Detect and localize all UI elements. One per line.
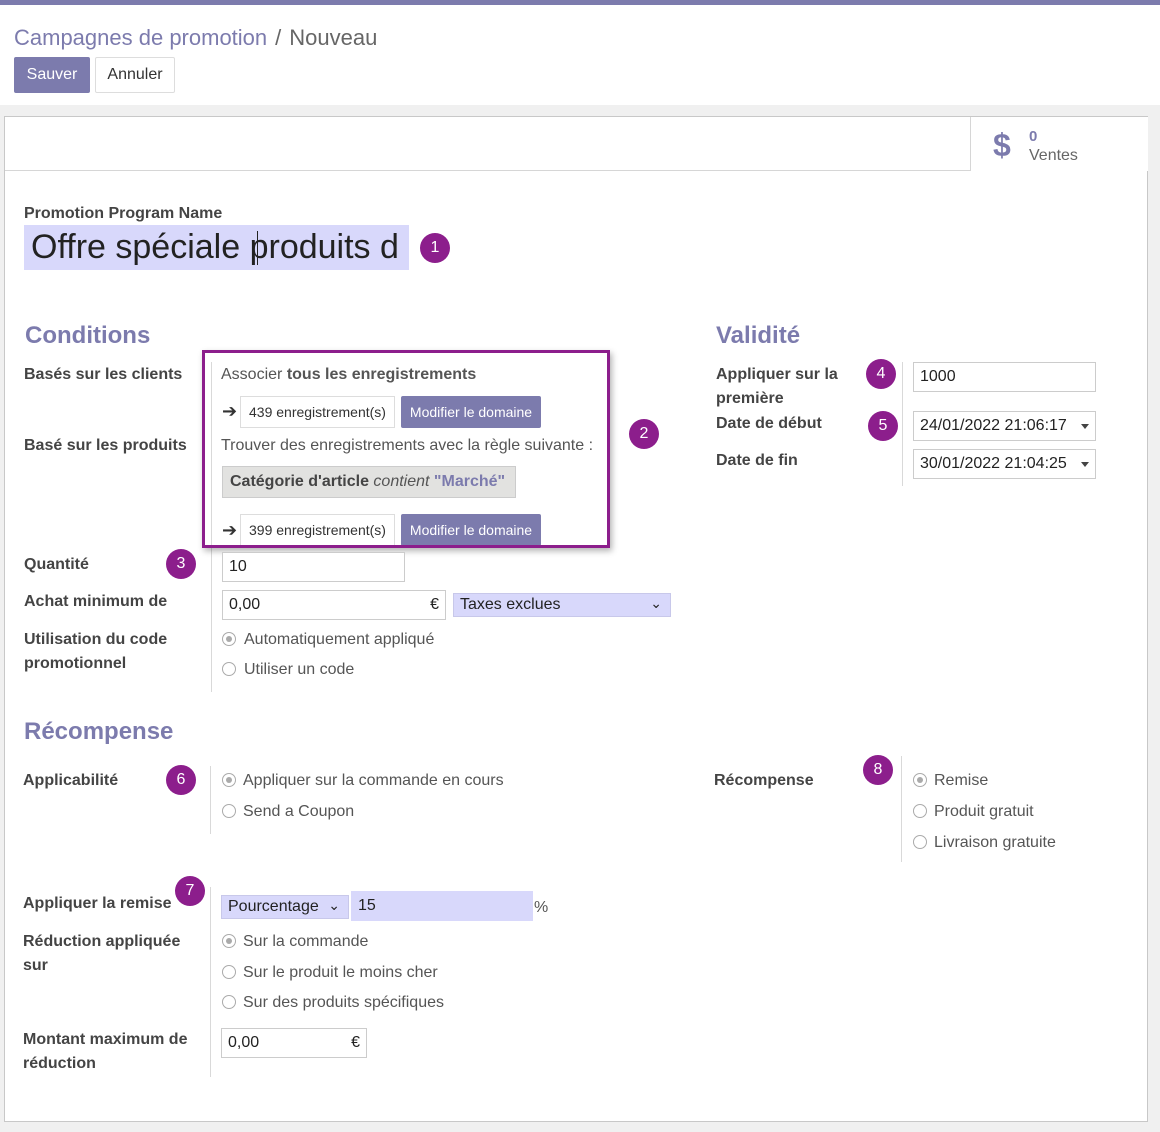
discount-type-value: Pourcentage [228,898,319,915]
breadcrumb-current: Nouveau [289,25,378,50]
button-box: $ 0 Ventes [5,117,1148,171]
save-button[interactable]: Sauver [14,57,90,93]
reward-discount-label: Remise [934,772,989,789]
conditions-title: Conditions [25,322,151,349]
tax-select-value: Taxes exclues [460,596,561,613]
validity-divider [902,362,903,486]
applicability-divider [210,766,211,834]
max-amount-input[interactable]: 0,00 € [221,1028,367,1058]
reward-type-label: Récompense [714,772,814,789]
sales-label: Ventes [1029,147,1078,164]
caret-down-icon [1081,424,1089,429]
applicability-label: Applicabilité [23,772,119,789]
applied-on-order-label: Sur la commande [243,933,369,950]
applied-on-cheapest-label: Sur le produit le moins cher [243,964,438,981]
apply-current-order-radio[interactable] [222,773,236,787]
validity-title: Validité [716,322,801,349]
callout-badge-4: 4 [866,359,896,389]
end-date-value: 30/01/2022 21:04:25 [920,455,1067,472]
code-use-label: Utiliser un code [244,661,355,678]
apply-current-order-label: Appliquer sur la commande en cours [243,772,504,789]
breadcrumb-parent-link[interactable]: Campagnes de promotion [14,25,267,50]
discard-button[interactable]: Annuler [95,57,175,93]
reward-title: Récompense [24,718,174,745]
customers-label: Basés sur les clients [24,366,183,383]
chevron-down-icon: ⌄ [650,595,662,611]
code-auto-radio[interactable] [222,632,236,646]
callout-badge-7: 7 [175,876,205,906]
callout-badge-2: 2 [629,419,659,449]
applied-on-specific-radio[interactable] [222,995,236,1009]
dollar-icon: $ [993,127,1011,163]
start-date-value: 24/01/2022 21:06:17 [920,417,1067,434]
breadcrumb: Campagnes de promotion / Nouveau [14,25,377,51]
apply-first-input[interactable]: 1000 [913,362,1096,392]
promo-code-label-line2: promotionnel [24,655,127,672]
reward-discount-radio[interactable] [913,773,927,787]
reward-free-product-label: Produit gratuit [934,803,1034,820]
sales-stat-button[interactable]: $ 0 Ventes [970,117,1148,171]
quantity-input[interactable]: 10 [222,552,405,582]
applied-on-label-line2: sur [23,957,48,974]
max-amount-value: 0,00 [228,1034,260,1051]
tax-select[interactable]: Taxes exclues ⌄ [453,593,671,617]
applied-on-label: Réduction appliquée sur [23,930,180,978]
apply-discount-label: Appliquer la remise [23,895,172,912]
start-date-label: Date de début [716,415,822,432]
highlight-box [202,350,610,548]
text-cursor [257,231,258,265]
caret-down-icon [1081,462,1089,467]
applied-on-label-line1: Réduction appliquée [23,933,181,950]
end-date-label: Date de fin [716,452,798,469]
reward-free-shipping-radio[interactable] [913,835,927,849]
min-purchase-label: Achat minimum de [24,593,168,610]
reward-divider [901,756,902,862]
currency-symbol: € [430,596,439,613]
reward-free-shipping-label: Livraison gratuite [934,834,1056,851]
promo-code-label-line1: Utilisation du code [24,631,168,648]
code-auto-label: Automatiquement appliqué [244,631,435,648]
callout-badge-1: 1 [420,233,450,263]
callout-badge-3: 3 [166,549,196,579]
discount-divider [210,887,211,1077]
start-date-input[interactable]: 24/01/2022 21:06:17 [913,411,1096,441]
callout-badge-5: 5 [868,411,898,441]
apply-first-label-line2: première [716,390,784,407]
program-name-input[interactable]: Offre spéciale produits d [24,225,409,270]
applied-on-order-radio[interactable] [222,934,236,948]
currency-symbol: € [351,1034,360,1051]
send-coupon-label: Send a Coupon [243,803,355,820]
max-amount-label-line2: réduction [23,1055,96,1072]
applied-on-cheapest-radio[interactable] [222,965,236,979]
products-label: Basé sur les produits [24,437,187,454]
applied-on-specific-label: Sur des produits spécifiques [243,994,444,1011]
code-use-radio[interactable] [222,662,236,676]
min-purchase-value: 0,00 [229,596,261,613]
callout-badge-8: 8 [863,755,893,785]
sales-count: 0 [1029,128,1038,145]
callout-badge-6: 6 [166,765,196,795]
program-name-label: Promotion Program Name [24,205,223,222]
reward-free-product-radio[interactable] [913,804,927,818]
send-coupon-radio[interactable] [222,804,236,818]
end-date-input[interactable]: 30/01/2022 21:04:25 [913,449,1096,479]
apply-first-label: Appliquer sur la première [716,363,838,411]
breadcrumb-separator: / [275,25,282,50]
min-purchase-input[interactable]: 0,00 € [222,590,446,620]
max-amount-label-line1: Montant maximum de [23,1031,188,1048]
discount-type-select[interactable]: Pourcentage ⌄ [221,895,349,919]
apply-first-label-line1: Appliquer sur la [716,366,838,383]
chevron-down-icon: ⌄ [328,897,340,913]
percent-symbol: % [534,899,549,916]
promo-code-label: Utilisation du code promotionnel [24,628,167,676]
max-amount-label: Montant maximum de réduction [23,1028,187,1076]
discount-percentage-input[interactable]: 15 [351,891,533,921]
quantity-label: Quantité [24,556,89,573]
